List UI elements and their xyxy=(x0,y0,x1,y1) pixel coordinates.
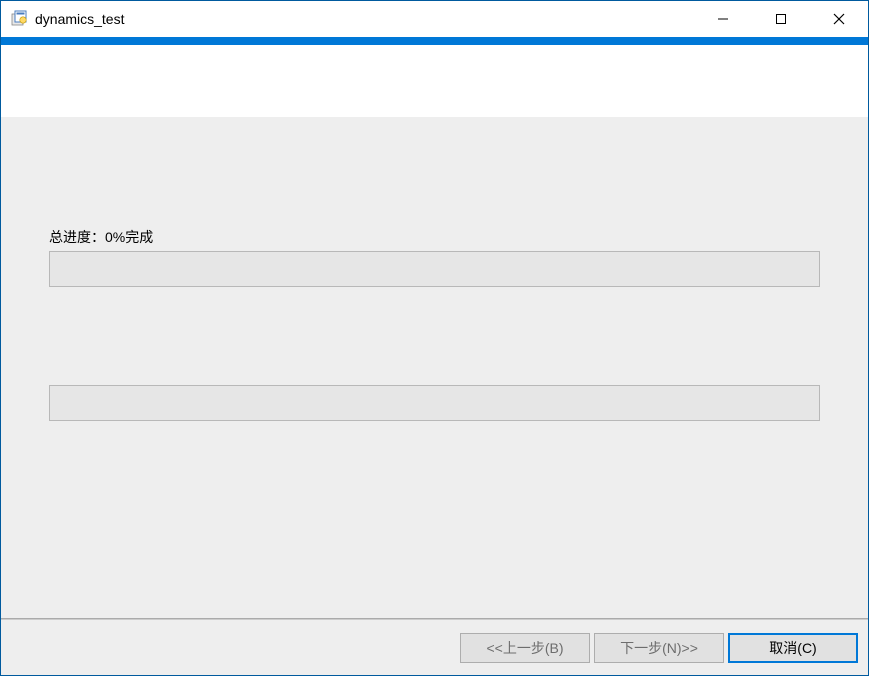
accent-strip xyxy=(1,37,868,45)
window-title: dynamics_test xyxy=(35,11,694,27)
footer: <<上一步(B) 下一步(N)>> 取消(C) xyxy=(1,621,868,675)
header-band xyxy=(1,45,868,117)
back-button: <<上一步(B) xyxy=(460,633,590,663)
next-button: 下一步(N)>> xyxy=(594,633,724,663)
overall-progress-bar xyxy=(49,251,820,287)
titlebar: dynamics_test xyxy=(1,1,868,37)
task-progress-bar xyxy=(49,385,820,421)
close-button[interactable] xyxy=(810,1,868,37)
maximize-button[interactable] xyxy=(752,1,810,37)
minimize-button[interactable] xyxy=(694,1,752,37)
window-controls xyxy=(694,1,868,37)
overall-progress-label: 总进度：0%完成 xyxy=(49,227,153,247)
content-area: 总进度：0%完成 xyxy=(1,117,868,618)
installer-icon xyxy=(9,9,29,29)
cancel-button[interactable]: 取消(C) xyxy=(728,633,858,663)
